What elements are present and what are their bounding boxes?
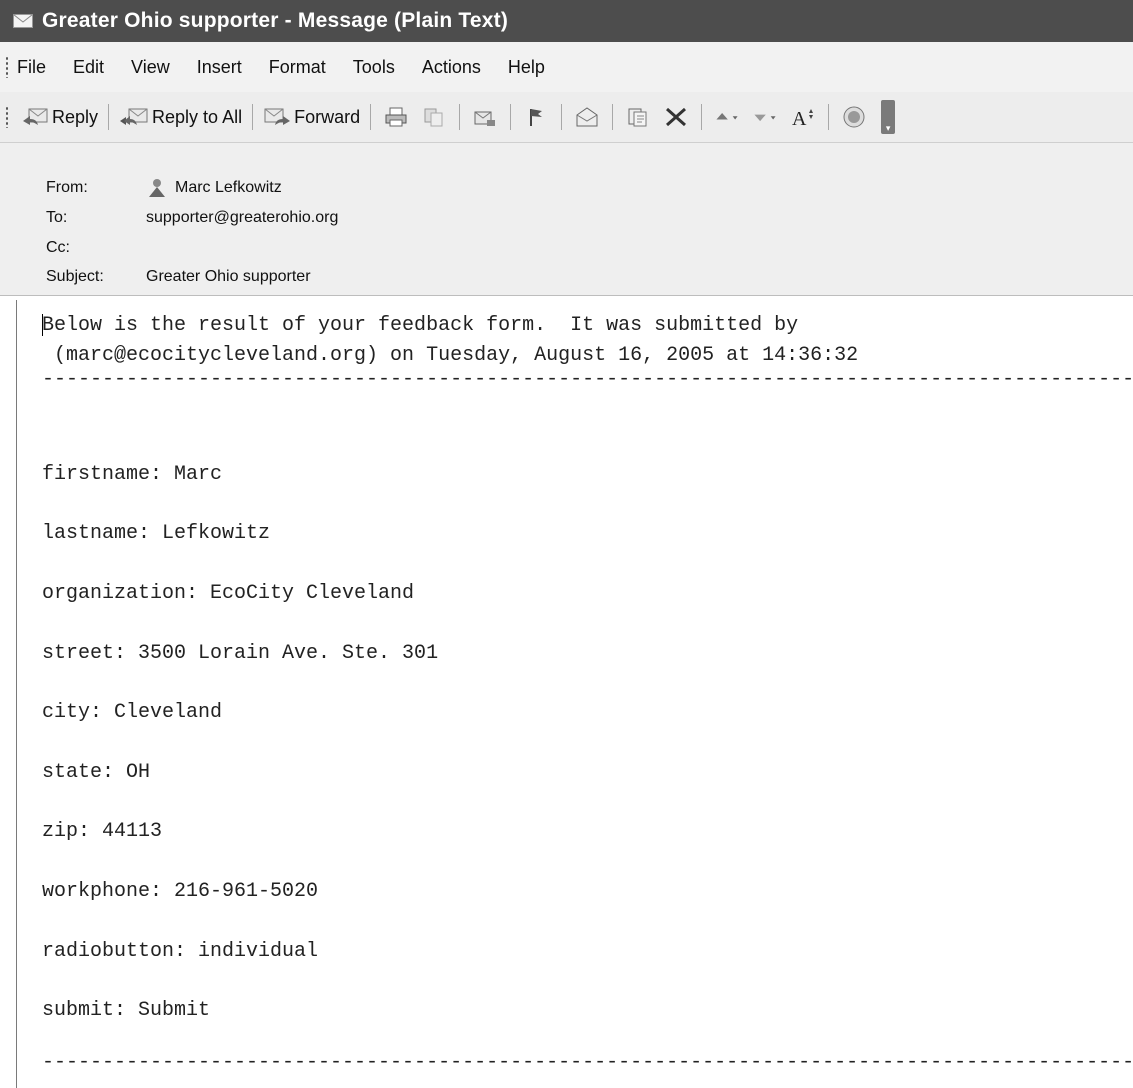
- toolbar-grip-handle[interactable]: [5, 106, 9, 128]
- follow-up-flag-icon[interactable]: [523, 104, 549, 130]
- window-title-bar: Greater Ohio supporter - Message (Plain …: [0, 0, 1133, 42]
- toolbar-separator: [252, 104, 254, 130]
- separator-line-bottom: ----------------------------------------…: [42, 1051, 1133, 1074]
- svg-text:A: A: [792, 108, 807, 129]
- separator-line-top: ----------------------------------------…: [42, 368, 1133, 391]
- forward-icon: [264, 108, 291, 125]
- subject-value: Greater Ohio supporter: [146, 268, 311, 285]
- toolbar-separator: [510, 104, 512, 130]
- field-city: city: Cleveland: [42, 701, 223, 724]
- field-zip: zip: 44113: [42, 820, 163, 843]
- intro-line-2: (marc@ecocitycleveland.org) on Tuesday, …: [42, 344, 859, 367]
- cc-label: Cc:: [46, 239, 70, 256]
- message-body[interactable]: [16, 300, 1133, 1088]
- field-street: street: 3500 Lorain Ave. Ste. 301: [42, 642, 439, 665]
- reply-label: Reply: [52, 106, 99, 127]
- menu-tools[interactable]: Tools: [353, 55, 395, 80]
- menu-help[interactable]: Help: [508, 55, 545, 80]
- window-title: Greater Ohio supporter - Message (Plain …: [42, 9, 509, 32]
- menu-view[interactable]: View: [131, 55, 170, 80]
- copy-icon[interactable]: [421, 104, 447, 130]
- menu-format[interactable]: Format: [269, 55, 326, 80]
- move-to-folder-icon[interactable]: [472, 104, 498, 130]
- next-item-icon[interactable]: [752, 104, 778, 130]
- menu-actions[interactable]: Actions: [422, 55, 481, 80]
- toolbar-separator: [701, 104, 703, 130]
- reply-icon: [23, 108, 48, 125]
- menu-insert[interactable]: Insert: [197, 55, 242, 80]
- reply-to-all-label: Reply to All: [152, 106, 243, 127]
- forward-button[interactable]: Forward: [259, 103, 364, 131]
- from-label: From:: [46, 179, 88, 196]
- reply-button[interactable]: Reply: [17, 103, 102, 131]
- toolbar-separator: [612, 104, 614, 130]
- from-value[interactable]: Marc Lefkowitz: [175, 179, 282, 197]
- field-submit: submit: Submit: [42, 999, 211, 1022]
- menu-edit[interactable]: Edit: [73, 55, 104, 80]
- toolbar-options-icon[interactable]: ▾: [881, 100, 896, 134]
- field-workphone: workphone: 216-961-5020: [42, 880, 319, 903]
- previous-item-icon[interactable]: [714, 104, 740, 130]
- to-label: To:: [46, 209, 68, 226]
- field-organization: organization: EcoCity Cleveland: [42, 582, 415, 605]
- address-book-icon[interactable]: [625, 104, 651, 130]
- reply-all-icon: [120, 108, 148, 125]
- mark-unread-icon[interactable]: [574, 104, 600, 130]
- subject-row: Subject: Greater Ohio supporter: [46, 268, 311, 286]
- toolbar-separator: [459, 104, 461, 130]
- toolbar-separator: [108, 104, 110, 130]
- from-row: From: Marc Lefkowitz: [46, 177, 282, 199]
- toolbar-separator: [370, 104, 372, 130]
- toolbar-separator: [561, 104, 563, 130]
- field-state: state: OH: [42, 761, 151, 784]
- contact-person-icon: [149, 179, 165, 197]
- reply-to-all-button[interactable]: Reply to All: [115, 103, 246, 131]
- help-icon[interactable]: [841, 104, 867, 130]
- font-size-icon[interactable]: A: [790, 104, 816, 130]
- field-radiobutton: radiobutton: individual: [42, 940, 319, 963]
- cc-row: Cc:: [46, 239, 146, 257]
- message-header: From: Marc Lefkowitz To: supporter@great…: [0, 143, 1133, 296]
- menu-bar: File Edit View Insert Format Tools Actio…: [0, 42, 1133, 92]
- standard-toolbar: Reply Reply to All Forward A ▾: [0, 92, 1133, 143]
- menu-file[interactable]: File: [17, 55, 46, 80]
- to-value[interactable]: supporter@greaterohio.org: [146, 209, 338, 227]
- envelope-icon: [12, 13, 34, 29]
- toolbar-separator: [828, 104, 830, 130]
- to-row: To: supporter@greaterohio.org: [46, 209, 338, 227]
- print-icon[interactable]: [383, 104, 409, 130]
- delete-icon[interactable]: [663, 104, 689, 130]
- field-firstname: firstname: Marc: [42, 463, 223, 486]
- menu-grip-handle[interactable]: [5, 56, 9, 78]
- intro-line-1: Below is the result of your feedback for…: [42, 314, 799, 337]
- field-lastname: lastname: Lefkowitz: [42, 522, 271, 545]
- forward-label: Forward: [294, 106, 361, 127]
- subject-label: Subject:: [46, 268, 104, 285]
